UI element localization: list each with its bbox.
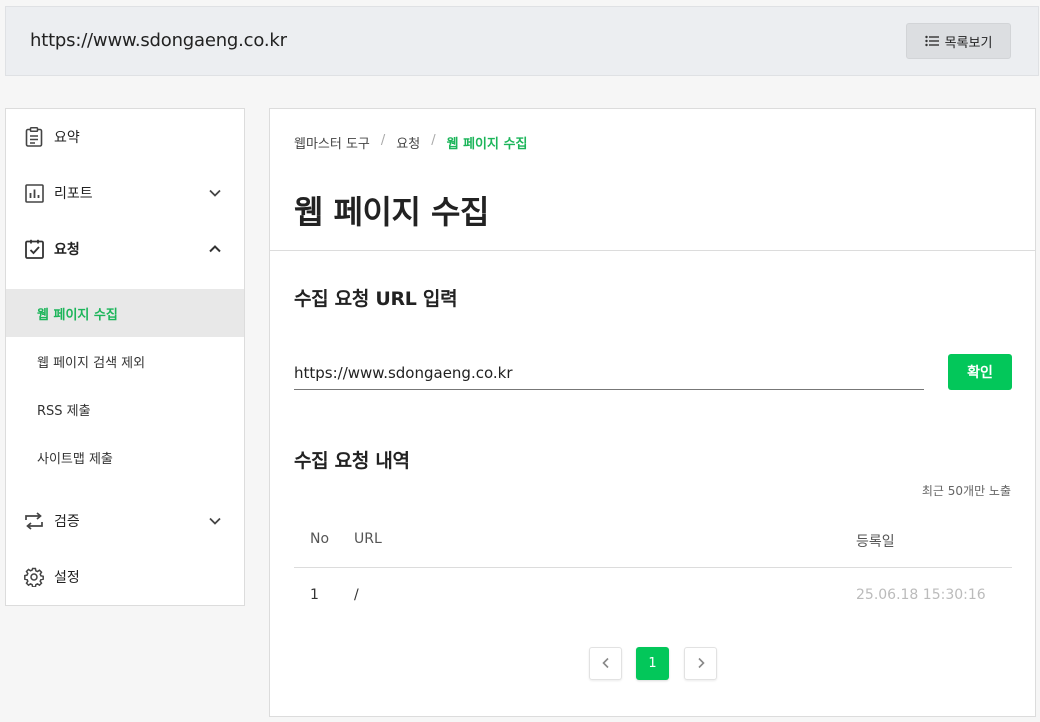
sidebar-item-label: 리포트 [54,186,93,202]
site-url: https://www.sdongaeng.co.kr [30,30,287,51]
checklist-icon [24,239,44,259]
chevron-up-icon [208,241,222,255]
sidebar: 요약 리포트 요청 웹 페이지 수집 웹 페이지 검색 제외 RSS 제출 사이… [5,108,245,606]
table-divider [294,567,1012,568]
history-note: 최근 50개만 노출 [921,484,1011,498]
sidebar-item-summary[interactable]: 요약 [6,109,244,165]
sidebar-item-label: 설정 [54,570,80,586]
repeat-arrows-icon [24,511,44,531]
confirm-button[interactable]: 확인 [948,354,1012,390]
cell-url: / [354,587,359,603]
sidebar-item-request[interactable]: 요청 [6,221,244,277]
divider [270,250,1035,251]
history-title: 수집 요청 내역 [294,450,410,472]
cell-no: 1 [310,587,319,603]
breadcrumb-item-request[interactable]: 요청 [396,133,420,152]
sidebar-subitem-sitemap-submit[interactable]: 사이트맵 제출 [6,433,244,481]
chevron-down-icon [208,185,222,199]
sidebar-item-label: 요약 [54,130,80,146]
sidebar-subitem-rss-submit[interactable]: RSS 제출 [6,385,244,433]
column-header-date: 등록일 [856,534,895,550]
list-view-button[interactable]: 목록보기 [906,23,1011,59]
breadcrumb-separator: / [431,133,436,148]
request-form-title: 수집 요청 URL 입력 [294,288,458,310]
list-view-button-label: 목록보기 [944,35,993,51]
breadcrumb: 웹마스터 도구 / 요청 / 웹 페이지 수집 [294,133,527,152]
sidebar-item-verification[interactable]: 검증 [6,493,244,549]
breadcrumb-separator: / [380,133,386,148]
bar-chart-icon [24,183,44,203]
chevron-down-icon [208,513,222,527]
main-panel: 웹마스터 도구 / 요청 / 웹 페이지 수집 웹 페이지 수집 수집 요청 U… [269,108,1036,717]
url-input[interactable] [294,357,924,390]
top-bar: https://www.sdongaeng.co.kr 목록보기 [5,6,1039,76]
sidebar-subitem-search-exclusion[interactable]: 웹 페이지 검색 제외 [6,337,244,385]
clipboard-icon [24,127,44,147]
gear-icon [24,567,44,587]
breadcrumb-item-webmaster-tools[interactable]: 웹마스터 도구 [294,133,370,152]
column-header-url: URL [354,531,382,547]
next-page-button[interactable] [684,647,717,680]
chevron-right-icon [696,654,706,673]
chevron-left-icon [601,654,611,673]
page-title: 웹 페이지 수집 [294,193,489,231]
page-button-current[interactable]: 1 [636,647,669,680]
sidebar-subitem-web-page-crawl[interactable]: 웹 페이지 수집 [6,289,244,337]
breadcrumb-item-current: 웹 페이지 수집 [446,137,528,152]
list-icon [924,35,939,47]
sidebar-item-settings[interactable]: 설정 [6,549,244,605]
cell-date: 25.06.18 15:30:16 [856,587,986,603]
sidebar-item-label: 요청 [54,242,80,258]
column-header-no: No [310,531,330,547]
sidebar-item-report[interactable]: 리포트 [6,165,244,221]
sidebar-item-label: 검증 [54,514,80,530]
prev-page-button[interactable] [589,647,622,680]
